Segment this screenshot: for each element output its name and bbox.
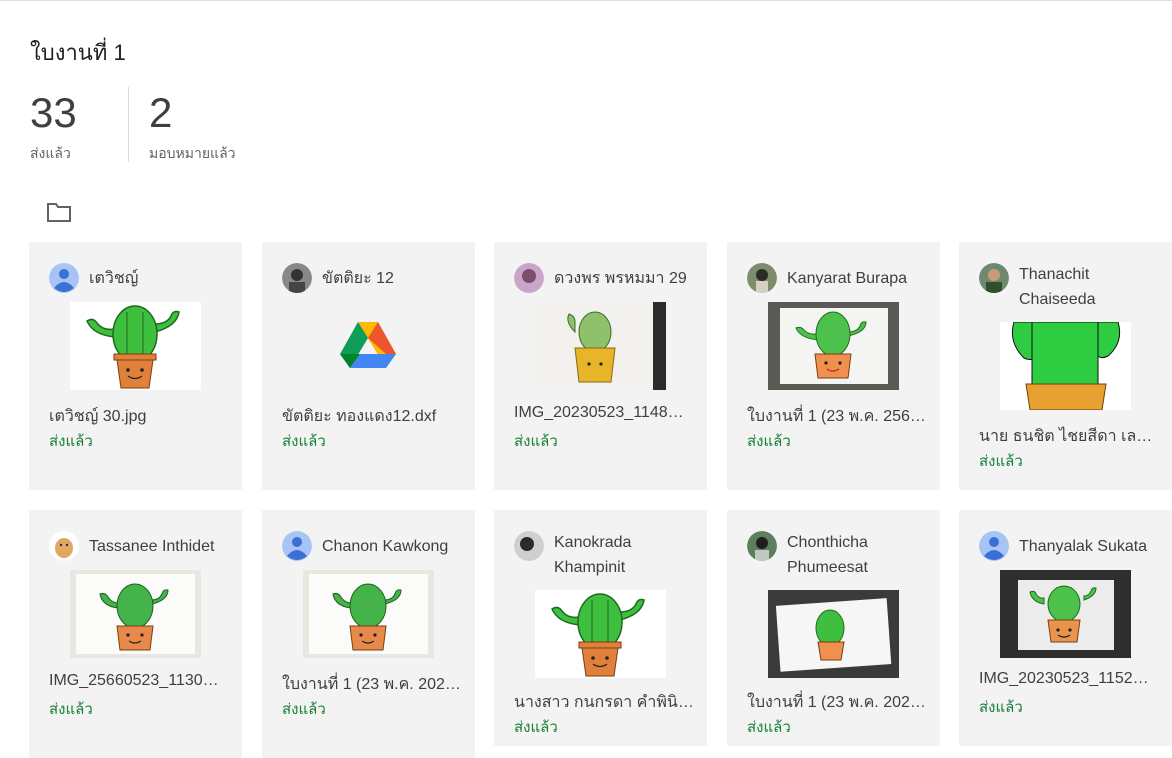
submission-card[interactable]: เตวิชญ์ เตวิชญ์ 30.jpg ส่งแล้ว: [29, 242, 242, 490]
stats-divider: [128, 87, 129, 162]
google-drive-icon: [340, 320, 396, 370]
submitted-stat[interactable]: 33 ส่งแล้ว: [30, 89, 77, 165]
thumbnail: [303, 570, 434, 658]
avatar: [979, 531, 1009, 561]
student-name: Chonthicha Phumeesat: [787, 534, 868, 576]
assigned-stat[interactable]: 2 มอบหมายแล้ว: [149, 89, 236, 165]
student-name: Chanon Kawkong: [322, 538, 449, 555]
submission-card[interactable]: Tassanee Inthidet IMG_25660523_1130… ส่ง…: [29, 510, 242, 758]
status-label: ส่งแล้ว: [49, 433, 93, 450]
submission-card[interactable]: ดวงพร พรหมมา 29 IMG_20230523_1148… ส่งแล…: [494, 242, 707, 490]
avatar: [979, 263, 1009, 293]
status-label: ส่งแล้ว: [747, 433, 791, 450]
status-label: ส่งแล้ว: [747, 719, 791, 736]
submission-card[interactable]: ขัตติยะ 12 ขัตติยะ ทองแดง12.dxf ส่งแล้ว: [262, 242, 475, 490]
file-name: ใบงานที่ 1 (23 พ.ค. 202…: [282, 676, 461, 693]
thumbnail: [535, 590, 666, 678]
student-name: ดวงพร พรหมมา 29: [554, 270, 687, 287]
file-name: นาย ธนชิต ไชยสีดา เลข…: [979, 428, 1159, 445]
student-name: ขัตติยะ 12: [322, 270, 394, 287]
file-name: เตวิชญ์ 30.jpg: [49, 408, 147, 425]
file-name: ใบงานที่ 1 (23 พ.ค. 202…: [747, 694, 926, 711]
submitted-label: ส่งแล้ว: [30, 145, 71, 161]
avatar: [282, 531, 312, 561]
avatar: [514, 531, 544, 561]
thumbnail: [535, 302, 666, 390]
submission-card[interactable]: Chonthicha Phumeesat ใบงานที่ 1 (23 พ.ค.…: [727, 510, 940, 746]
student-name: Thanyalak Sukata: [1019, 538, 1148, 555]
avatar: [49, 531, 79, 561]
assigned-count: 2: [149, 89, 173, 136]
submitted-count: 33: [30, 89, 77, 136]
submission-card[interactable]: Kanyarat Burapa ใบงานที่ 1 (23 พ.ค. 256……: [727, 242, 940, 490]
file-name: ขัตติยะ ทองแดง12.dxf: [282, 408, 437, 425]
thumbnail: [70, 302, 201, 390]
file-name: นางสาว กนกรดา คำพินิ…: [514, 694, 694, 711]
student-name: Tassanee Inthidet: [89, 538, 215, 555]
file-name: IMG_20230523_1148…: [514, 404, 684, 421]
student-name: เตวิชญ์: [89, 270, 139, 287]
status-label: ส่งแล้ว: [282, 433, 326, 450]
thumbnail: [1000, 570, 1131, 658]
student-name: Thanachit Chaiseeda: [1019, 266, 1096, 308]
status-label: ส่งแล้ว: [514, 433, 558, 450]
status-label: ส่งแล้ว: [49, 701, 93, 718]
avatar: [514, 263, 544, 293]
status-label: ส่งแล้ว: [979, 699, 1023, 716]
assignment-title: ใบงานที่ 1: [30, 40, 126, 65]
submission-card[interactable]: Thanachit Chaiseeda นาย ธนชิต ไชยสีดา เล…: [959, 242, 1172, 490]
thumbnail: [768, 590, 899, 678]
thumbnail: [768, 302, 899, 390]
thumbnail: [1000, 322, 1131, 410]
file-name: IMG_20230523_1152…: [979, 670, 1149, 687]
avatar: [49, 263, 79, 293]
student-name: Kanokrada Khampinit: [554, 534, 632, 576]
status-label: ส่งแล้ว: [282, 701, 326, 718]
file-name: IMG_25660523_1130…: [49, 672, 219, 689]
avatar: [747, 531, 777, 561]
submission-card[interactable]: Chanon Kawkong ใบงานที่ 1 (23 พ.ค. 202… …: [262, 510, 475, 758]
student-name: Kanyarat Burapa: [787, 270, 908, 287]
submission-card[interactable]: Kanokrada Khampinit นางสาว กนกรดา คำพินิ…: [494, 510, 707, 746]
thumbnail: [70, 570, 201, 658]
avatar: [282, 263, 312, 293]
status-label: ส่งแล้ว: [979, 453, 1023, 470]
avatar: [747, 263, 777, 293]
submission-card[interactable]: Thanyalak Sukata IMG_20230523_1152… ส่งแ…: [959, 510, 1172, 746]
folder-icon[interactable]: [46, 201, 72, 223]
status-label: ส่งแล้ว: [514, 719, 558, 736]
assigned-label: มอบหมายแล้ว: [149, 145, 236, 161]
file-name: ใบงานที่ 1 (23 พ.ค. 256…: [747, 408, 926, 425]
